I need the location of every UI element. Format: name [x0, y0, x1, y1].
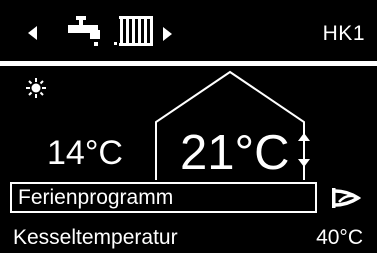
heating-circuit-label: HK1: [322, 22, 365, 45]
program-label: Ferienprogramm: [18, 186, 174, 209]
water-tap-icon: [68, 16, 100, 46]
display-screen: HK1 14°C 21°C Ferienprogramm Kesseltempe…: [0, 0, 377, 253]
holiday-program-icon: [332, 188, 361, 208]
outside-temperature: 14°C: [47, 134, 123, 172]
up-down-arrows-icon[interactable]: [296, 131, 312, 171]
header-divider: [0, 61, 377, 66]
header-bar: HK1: [0, 0, 377, 60]
room-temperature: 21°C: [180, 126, 290, 180]
radiator-icon: [114, 16, 153, 46]
boiler-temperature-value: 40°C: [316, 226, 363, 249]
triangle-right-icon[interactable]: [158, 24, 178, 44]
sun-icon: [26, 78, 46, 98]
triangle-left-icon[interactable]: [22, 22, 44, 44]
program-selection[interactable]: Ferienprogramm: [10, 182, 317, 213]
boiler-temperature-label: Kesseltemperatur: [13, 226, 178, 249]
